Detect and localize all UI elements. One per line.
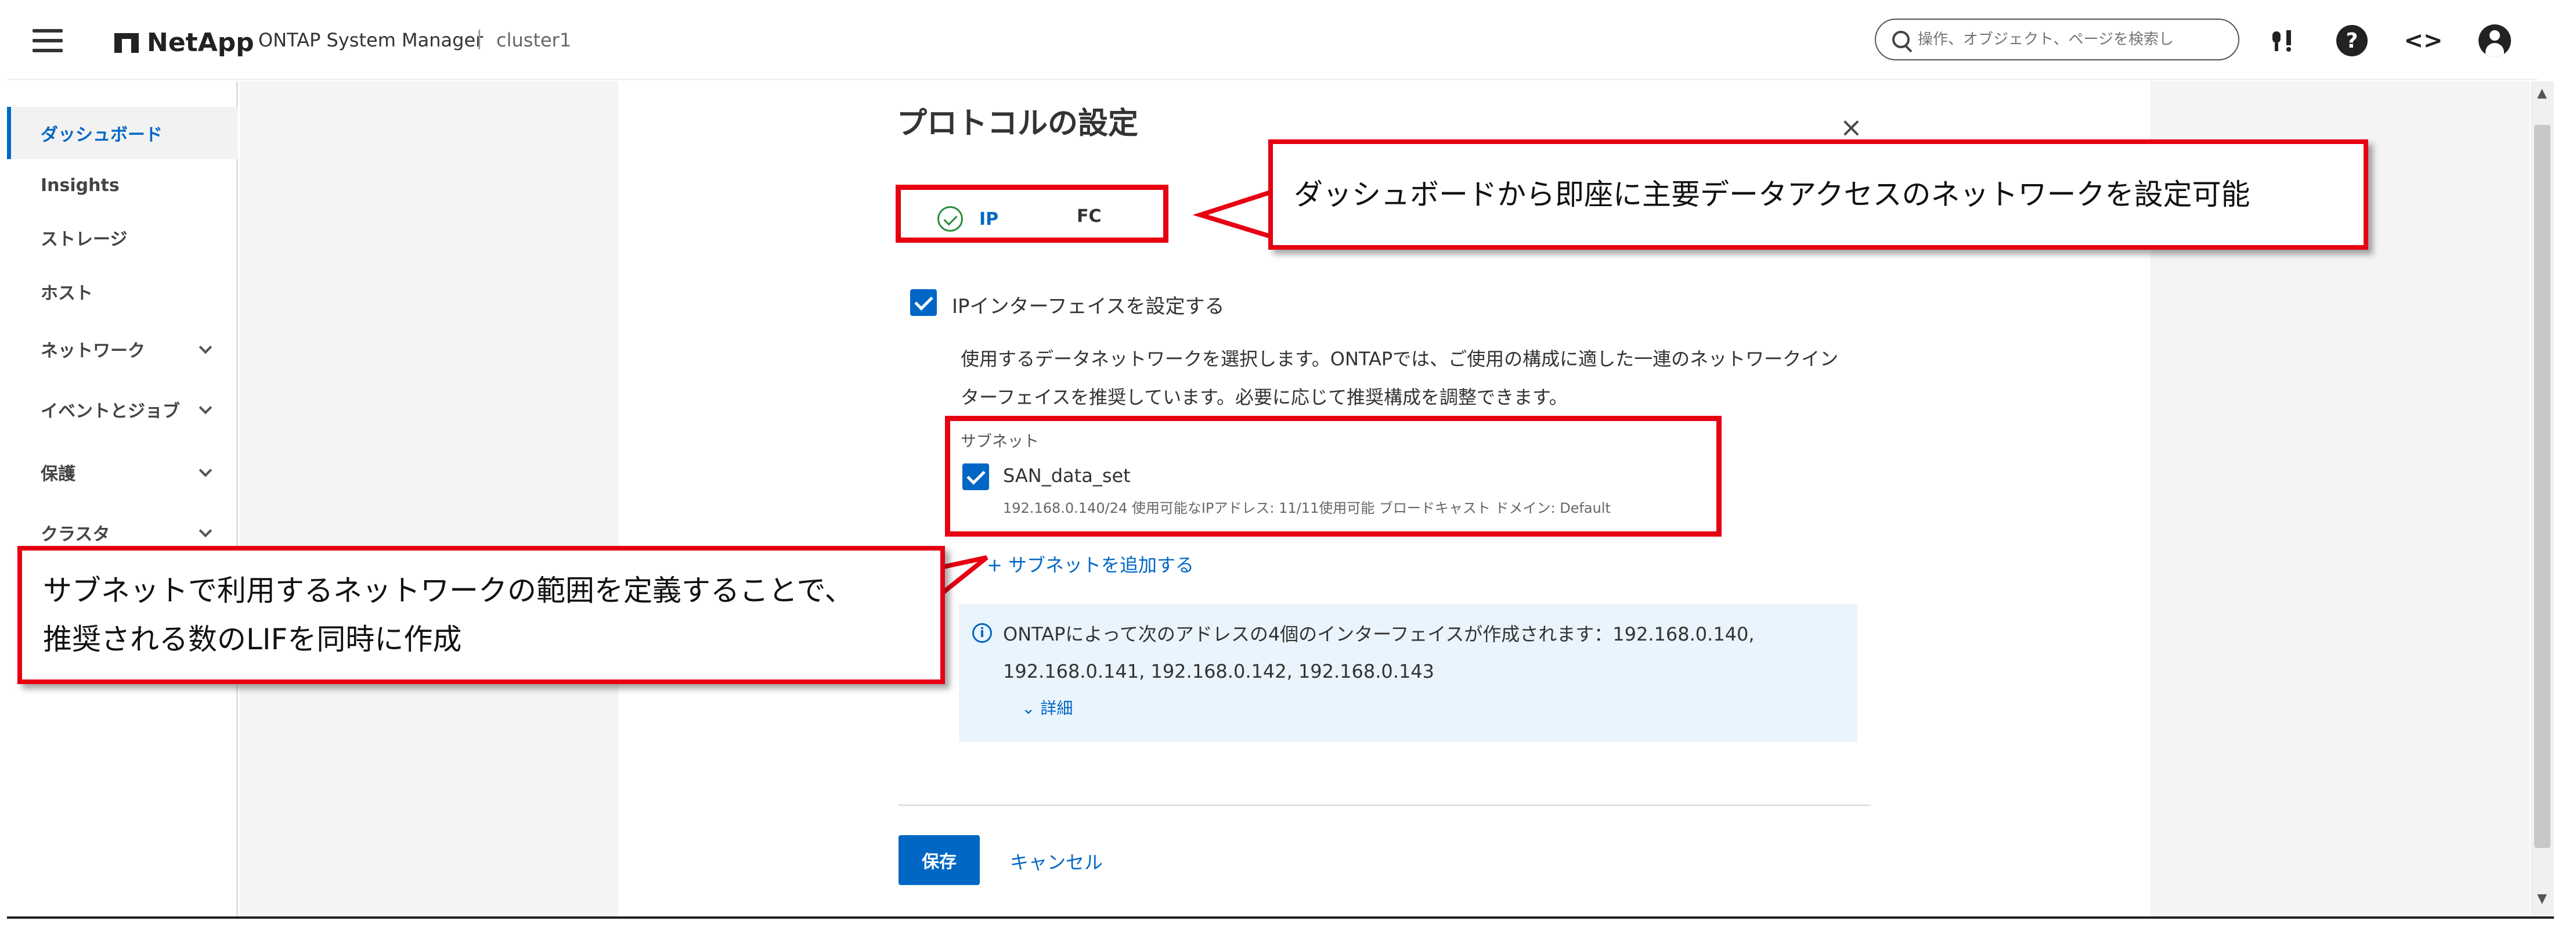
code-icon[interactable]: <> [2404, 23, 2442, 58]
sidebar-item-label: ネットワーク [41, 341, 145, 361]
top-callout: ダッシュボードから即座に主要データアクセスのネットワークを設定可能 [1268, 139, 2368, 250]
search-input[interactable] [1918, 31, 2220, 48]
info-icon: i [972, 623, 992, 643]
netapp-logo[interactable]: NetApp [114, 28, 254, 57]
cluster-name: cluster1 [496, 29, 572, 51]
sidebar-nav: ダッシュボード Insights ストレージ ホスト ネットワーク イベントとジ… [7, 81, 238, 918]
info-message: ONTAPによって次のアドレスの4個のインターフェイスが作成されます：192.1… [1003, 623, 1755, 682]
bottom-callout-line2: 推奨される数のLIFを同時に作成 [43, 623, 462, 656]
sidebar-item-label: イベントとジョブ [41, 401, 180, 422]
sidebar-item-label: ホスト [41, 283, 93, 304]
user-account-icon[interactable] [2477, 23, 2512, 58]
sidebar-item-hosts[interactable]: ホスト [7, 265, 238, 318]
sidebar-item-network[interactable]: ネットワーク [7, 323, 238, 375]
bottom-callout: サブネットで利用するネットワークの範囲を定義することで、 推奨される数のLIFを… [17, 546, 945, 684]
sidebar-item-label: Insights [41, 175, 120, 196]
bottom-callout-line1: サブネットで利用するネットワークの範囲を定義することで、 [43, 574, 854, 607]
scroll-down-icon[interactable]: ▼ [2537, 891, 2547, 906]
subnet-highlight-box [945, 416, 1722, 537]
app-title: ONTAP System Manager [258, 29, 484, 51]
sidebar-item-label: クラスタ [41, 524, 110, 545]
brand-name: NetApp [147, 28, 254, 57]
bottom-border [7, 916, 2554, 919]
scrollbar-thumb[interactable] [2534, 125, 2550, 848]
footer-divider [899, 804, 1871, 806]
sidebar-item-protection[interactable]: 保護 [7, 446, 238, 498]
sidebar-item-events-jobs[interactable]: イベントとジョブ [7, 383, 238, 436]
sidebar-item-storage[interactable]: ストレージ [7, 211, 238, 264]
network-description: 使用するデータネットワークを選択します。ONTAPでは、ご使用の構成に適した一連… [961, 348, 1839, 408]
chevron-down-icon [199, 524, 212, 538]
chevron-down-icon [199, 401, 212, 415]
cancel-button[interactable]: キャンセル [1010, 848, 1103, 875]
feature-toggle-icon[interactable] [2267, 23, 2301, 58]
sidebar-item-label: 保護 [41, 464, 75, 484]
ip-interface-checkbox-label: IPインターフェイスを設定する [952, 295, 1225, 318]
add-subnet-link[interactable]: + サブネットを追加する [987, 551, 1194, 577]
global-search[interactable] [1875, 19, 2239, 60]
save-button[interactable]: 保存 [899, 835, 980, 885]
scroll-up-icon[interactable]: ▲ [2537, 86, 2547, 100]
search-icon [1892, 31, 1910, 48]
help-icon[interactable]: ? [2335, 23, 2369, 58]
chevron-down-icon [199, 463, 212, 477]
sidebar-item-insights[interactable]: Insights [7, 159, 238, 211]
close-icon[interactable]: × [1840, 112, 1863, 143]
sidebar-item-label: ストレージ [41, 229, 128, 250]
hamburger-menu-icon[interactable] [33, 29, 63, 52]
sidebar-item-label: ダッシュボード [41, 125, 163, 145]
avatar [2478, 24, 2511, 57]
sidebar-item-dashboard[interactable]: ダッシュボード [7, 107, 238, 159]
tabs-highlight-box [896, 185, 1168, 243]
chevron-down-icon [199, 340, 212, 354]
help-glyph: ? [2336, 25, 2368, 56]
title-separator: | [476, 27, 483, 50]
details-toggle[interactable]: ⌄ 詳細 [1022, 696, 1073, 719]
top-callout-arrow [1192, 188, 1275, 240]
netapp-logo-icon [114, 33, 139, 53]
dialog-title: プロトコルの設定 [897, 106, 1139, 141]
ip-interface-checkbox[interactable] [910, 289, 937, 316]
top-callout-text: ダッシュボードから即座に主要データアクセスのネットワークを設定可能 [1294, 178, 2250, 211]
